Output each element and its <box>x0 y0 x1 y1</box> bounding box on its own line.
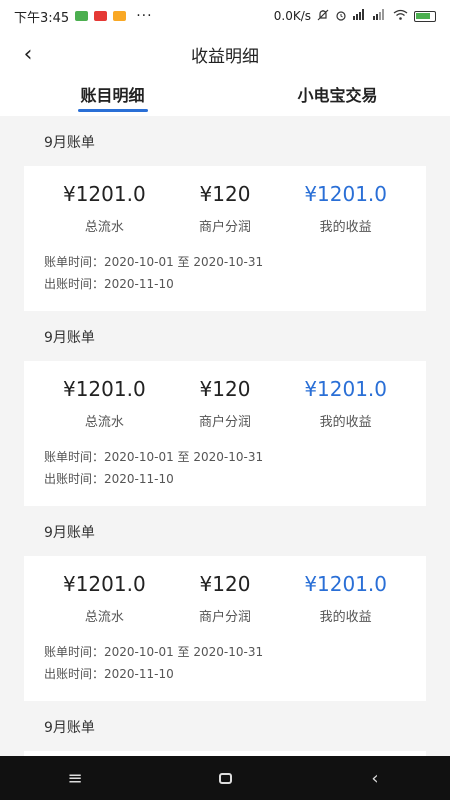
stat-label: 我的收益 <box>319 415 372 430</box>
bill-meta: 账单时间：2020-10-01 至 2020-10-31 出账时间：2020-1… <box>44 446 406 490</box>
bill-period: 账单时间：2020-10-01 至 2020-10-31 <box>44 255 264 269</box>
home-icon <box>218 772 232 784</box>
system-back-button[interactable]: ‹ <box>353 768 397 789</box>
tab-bar: 账目明细 小电宝交易 <box>0 76 450 116</box>
stat-label: 我的收益 <box>319 220 372 235</box>
bill-stats: ¥1201.0 总流水 ¥120 商户分润 ¥1201.0 我的收益 <box>44 377 406 430</box>
stat-label: 总流水 <box>84 610 124 625</box>
wifi-icon <box>393 9 408 23</box>
stat-my-earnings: ¥1201.0 我的收益 <box>285 377 406 430</box>
stat-my-earnings: ¥1201.0 我的收益 <box>285 572 406 625</box>
more-notifications-icon: ··· <box>136 8 153 24</box>
signal-icon <box>353 9 367 23</box>
tab-xiaodianbao-transactions[interactable]: 小电宝交易 <box>225 76 450 116</box>
bill-card[interactable]: ¥1201.0 总流水 ¥120 商户分润 ¥1201.0 我的收益 账单时间：… <box>24 556 426 701</box>
stat-value: ¥1201.0 <box>304 572 388 596</box>
status-left: 下午3:45 ··· <box>14 7 153 26</box>
bill-meta: 账单时间：2020-10-01 至 2020-10-31 出账时间：2020-1… <box>44 251 406 295</box>
home-button[interactable] <box>203 768 247 789</box>
mute-icon <box>317 9 329 24</box>
signal-icon <box>373 9 387 23</box>
alarm-icon <box>335 9 347 24</box>
battery-icon <box>414 10 436 22</box>
stat-label: 商户分润 <box>199 220 252 235</box>
back-button[interactable]: ‹ <box>14 40 42 68</box>
bill-period: 账单时间：2020-10-01 至 2020-10-31 <box>44 450 264 464</box>
stat-label: 总流水 <box>84 415 124 430</box>
bill-list[interactable]: 9月账单 ¥1201.0 总流水 ¥120 商户分润 ¥1201.0 我的收益 … <box>0 116 450 756</box>
stat-merchant-share: ¥120 商户分润 <box>165 377 286 430</box>
stat-value: ¥1201.0 <box>62 377 146 401</box>
network-speed: 0.0K/s <box>273 9 311 23</box>
stat-total-turnover: ¥1201.0 总流水 <box>44 182 165 235</box>
stat-label: 商户分润 <box>199 610 252 625</box>
stat-value: ¥120 <box>199 377 251 401</box>
bill-date: 出账时间：2020-11-10 <box>44 667 174 681</box>
stat-label: 商户分润 <box>199 415 252 430</box>
menu-icon[interactable]: ≡ <box>53 768 97 789</box>
stat-my-earnings: ¥1201.0 我的收益 <box>285 182 406 235</box>
header: ‹ 收益明细 <box>0 32 450 76</box>
notification-app-icon <box>113 11 127 21</box>
status-right: 0.0K/s <box>274 9 436 24</box>
bill-date: 出账时间：2020-11-10 <box>44 277 174 291</box>
stat-value: ¥1201.0 <box>62 182 146 206</box>
stat-label: 总流水 <box>84 220 124 235</box>
notification-app-icon <box>94 11 108 21</box>
section-title: 9月账单 <box>24 701 426 751</box>
bill-card[interactable]: ¥1201.0 总流水 ¥120 商户分润 ¥1201.0 我的收益 账单时间：… <box>24 361 426 506</box>
stat-merchant-share: ¥120 商户分润 <box>165 182 286 235</box>
system-nav-bar: ≡ ‹ <box>0 756 450 800</box>
section-title: 9月账单 <box>24 116 426 166</box>
section-title: 9月账单 <box>24 506 426 556</box>
stat-value: ¥120 <box>199 572 251 596</box>
chevron-left-icon: ‹ <box>23 41 33 67</box>
tab-account-details[interactable]: 账目明细 <box>0 76 225 116</box>
bill-stats: ¥1201.0 总流水 ¥120 商户分润 ¥1201.0 我的收益 <box>44 182 406 235</box>
stat-value: ¥120 <box>199 182 251 206</box>
bill-card[interactable]: ¥1201.0 总流水 ¥120 商户分润 ¥1201.0 我的收益 账单时间：… <box>24 166 426 311</box>
bill-meta: 账单时间：2020-10-01 至 2020-10-31 出账时间：2020-1… <box>44 641 406 685</box>
bill-date: 出账时间：2020-11-10 <box>44 472 174 486</box>
stat-merchant-share: ¥120 商户分润 <box>165 572 286 625</box>
section-title: 9月账单 <box>24 311 426 361</box>
stat-label: 我的收益 <box>319 610 372 625</box>
page-title: 收益明细 <box>191 46 259 67</box>
stat-value: ¥1201.0 <box>304 377 388 401</box>
status-time: 下午3:45 <box>14 10 70 26</box>
stat-total-turnover: ¥1201.0 总流水 <box>44 377 165 430</box>
status-bar: 下午3:45 ··· 0.0K/s <box>0 0 450 32</box>
notification-app-icon <box>75 11 89 21</box>
stat-total-turnover: ¥1201.0 总流水 <box>44 572 165 625</box>
stat-value: ¥1201.0 <box>62 572 146 596</box>
bill-period: 账单时间：2020-10-01 至 2020-10-31 <box>44 645 264 659</box>
stat-value: ¥1201.0 <box>304 182 388 206</box>
bill-stats: ¥1201.0 总流水 ¥120 商户分润 ¥1201.0 我的收益 <box>44 572 406 625</box>
